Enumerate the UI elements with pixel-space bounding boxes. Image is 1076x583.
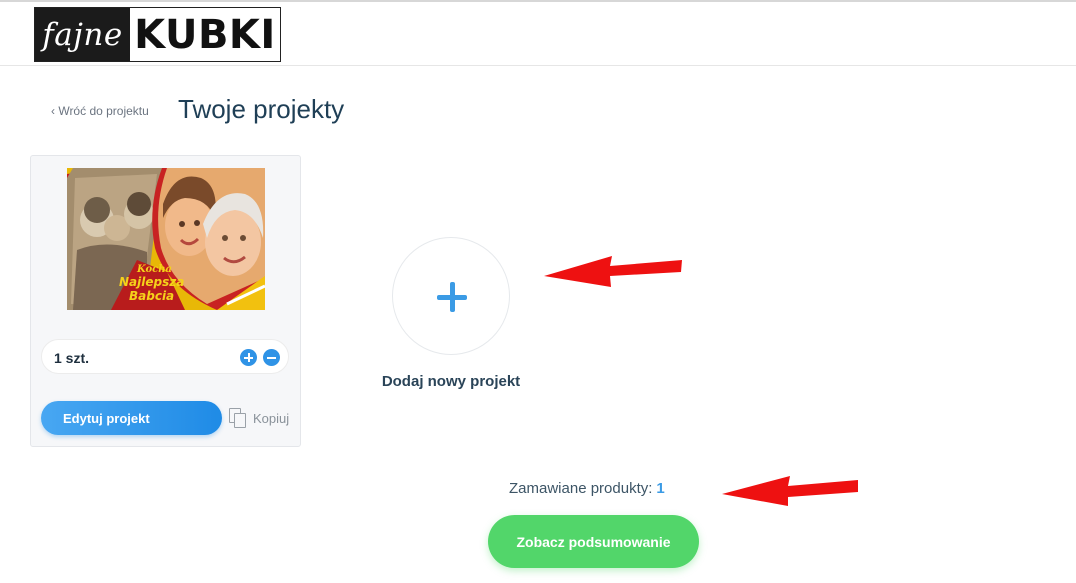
minus-icon[interactable] bbox=[263, 349, 280, 366]
logo-script-text: fajne bbox=[42, 16, 123, 53]
quantity-stepper: 1 szt. bbox=[41, 339, 289, 374]
copy-project-button[interactable]: Kopiuj bbox=[229, 408, 289, 428]
page-title: Twoje projekty bbox=[178, 94, 345, 124]
ordered-products-count: 1 bbox=[656, 480, 665, 497]
project-thumbnail[interactable]: Kocha Najlepsza Babcia bbox=[67, 168, 265, 310]
red-arrow-annotation bbox=[544, 256, 682, 287]
thumb-caption-3: Babcia bbox=[129, 289, 174, 303]
copy-icon bbox=[229, 408, 246, 428]
back-to-project-link[interactable]: ‹ Wróć do projektu bbox=[51, 104, 149, 118]
thumbnail-image: Kocha Najlepsza Babcia bbox=[67, 168, 265, 310]
ordered-products-label: Zamawiane produkty: bbox=[509, 480, 653, 497]
project-card: Kocha Najlepsza Babcia 1 szt. Edytuj pro… bbox=[30, 155, 301, 447]
thumb-caption-1: Kocha bbox=[136, 264, 172, 275]
logo-script-block: fajne bbox=[35, 8, 130, 61]
view-summary-button[interactable]: Zobacz podsumowanie bbox=[488, 515, 699, 568]
ordered-products-text: Zamawiane produkty: 1 bbox=[509, 480, 665, 497]
site-logo[interactable]: fajne KUBKI bbox=[34, 7, 281, 62]
red-arrow-annotation bbox=[722, 476, 858, 506]
site-header: fajne KUBKI bbox=[0, 2, 1076, 66]
logo-bold-block: KUBKI bbox=[130, 8, 280, 61]
copy-label: Kopiuj bbox=[253, 410, 290, 426]
edit-project-button[interactable]: Edytuj projekt bbox=[41, 401, 222, 435]
plus-icon[interactable] bbox=[240, 349, 257, 366]
add-project-button[interactable] bbox=[392, 237, 510, 355]
thumb-caption-2: Najlepsza bbox=[119, 275, 184, 289]
quantity-value: 1 szt. bbox=[54, 350, 90, 366]
add-project-label[interactable]: Dodaj nowy projekt bbox=[351, 373, 551, 390]
logo-bold-text: KUBKI bbox=[134, 11, 276, 58]
